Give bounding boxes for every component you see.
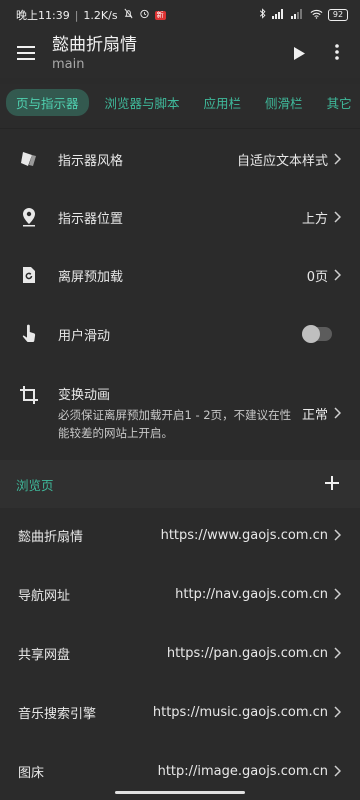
chevron-right-icon	[334, 706, 360, 718]
app-subtitle: main	[52, 57, 85, 72]
more-vertical-icon	[335, 44, 339, 64]
browse-page-url: https://pan.gaojs.com.cn	[166, 645, 328, 661]
browse-page-url: https://music.gaojs.com.cn	[152, 704, 328, 720]
indicator-position-row[interactable]: 指示器位置 上方	[0, 188, 360, 246]
play-icon	[293, 45, 305, 64]
browse-page-name: 共享网盘	[18, 647, 71, 663]
indicator-position-label: 指示器位置	[58, 211, 124, 227]
alarm-icon	[139, 8, 150, 22]
more-button[interactable]	[318, 30, 356, 78]
refresh-page-icon	[0, 266, 58, 284]
browse-page-item[interactable]: 导航网址 http://nav.gaojs.com.cn	[0, 565, 360, 623]
tab-pages-indicator[interactable]: 页与指示器	[6, 88, 89, 116]
wifi-icon	[310, 9, 323, 22]
transform-animation-value: 正常	[301, 408, 328, 423]
transform-animation-texts: 变换动画 必须保证离屏预加载开启1 - 2页，不建议在性能较差的网站上开启。	[58, 384, 296, 442]
browse-section-header: 浏览页	[0, 460, 360, 508]
offscreen-preload-value: 0页	[306, 269, 328, 285]
location-pin-icon	[0, 207, 58, 227]
browse-page-name: 音乐搜索引擎	[18, 706, 97, 722]
notification-badge: 新	[154, 10, 166, 20]
touch-hand-icon	[0, 324, 58, 344]
style-brush-icon	[0, 149, 58, 169]
browse-page-name: 图床	[18, 765, 45, 781]
chevron-right-icon	[334, 211, 360, 223]
tab-app-bar[interactable]: 应用栏	[196, 89, 250, 116]
chevron-right-icon	[334, 647, 360, 659]
add-page-button[interactable]	[304, 475, 360, 494]
browse-page-item[interactable]: 共享网盘 https://pan.gaojs.com.cn	[0, 624, 360, 682]
indicator-style-label: 指示器风格	[58, 153, 124, 169]
status-time: 晚上11:39	[16, 9, 70, 22]
transform-animation-description: 必须保证离屏预加载开启1 - 2页，不建议在性能较差的网站上开启。	[58, 408, 292, 440]
battery-icon: 92	[328, 9, 348, 21]
play-button[interactable]	[280, 30, 318, 78]
indicator-position-value: 上方	[301, 211, 328, 227]
status-divider: |	[74, 8, 79, 22]
chevron-right-icon	[334, 407, 360, 419]
browse-section-title: 浏览页	[16, 477, 54, 493]
user-swipe-row[interactable]: 用户滑动	[0, 304, 360, 364]
menu-button[interactable]	[0, 30, 52, 78]
browse-page-name: 懿曲折扇情	[18, 529, 84, 545]
status-bar: 晚上11:39 | 1.2K/s 新 92	[0, 0, 360, 30]
indicator-style-value: 自适应文本样式	[236, 153, 328, 169]
browse-page-url: http://image.gaojs.com.cn	[157, 763, 328, 779]
browse-page-name: 导航网址	[18, 588, 71, 604]
home-indicator[interactable]	[115, 791, 245, 794]
transform-animation-row[interactable]: 变换动画 必须保证离屏预加载开启1 - 2页，不建议在性能较差的网站上开启。 正…	[0, 364, 360, 460]
indicator-style-row[interactable]: 指示器风格 自适应文本样式	[0, 130, 360, 188]
chevron-right-icon	[334, 153, 360, 165]
browse-page-url: http://nav.gaojs.com.cn	[175, 586, 328, 602]
app-bar: 懿曲折扇情 main	[0, 30, 360, 78]
tab-browser-script[interactable]: 浏览器与脚本	[97, 89, 188, 116]
title-wrap: 懿曲折扇情 main	[52, 34, 280, 74]
user-swipe-toggle[interactable]	[302, 325, 332, 343]
status-network-speed: 1.2K/s	[83, 8, 118, 22]
plus-icon	[325, 475, 339, 494]
browse-page-item[interactable]: 懿曲折扇情 https://www.gaojs.com.cn	[0, 506, 360, 564]
tab-other[interactable]: 其它	[319, 89, 360, 116]
toggle-knob	[302, 325, 320, 343]
chevron-right-icon	[334, 529, 360, 541]
tab-divider	[0, 128, 360, 129]
tab-bar: 页与指示器 浏览器与脚本 应用栏 侧滑栏 其它	[0, 84, 360, 120]
muted-bell-icon	[123, 8, 134, 22]
tab-side-drawer[interactable]: 侧滑栏	[257, 89, 311, 116]
menu-icon	[17, 45, 35, 64]
transform-animation-label: 变换动画	[58, 388, 111, 403]
signal-icon	[272, 8, 286, 22]
chevron-right-icon	[334, 588, 360, 600]
signal-icon-2	[291, 8, 305, 22]
crop-transform-icon	[0, 384, 58, 404]
chevron-right-icon	[334, 269, 360, 281]
browse-page-item[interactable]: 音乐搜索引擎 https://music.gaojs.com.cn	[0, 683, 360, 741]
offscreen-preload-label: 离屏预加载	[58, 269, 124, 285]
chevron-right-icon	[334, 765, 360, 777]
user-swipe-label: 用户滑动	[58, 328, 111, 344]
bluetooth-icon	[259, 8, 267, 22]
browse-page-url: https://www.gaojs.com.cn	[160, 527, 328, 543]
app-title: 懿曲折扇情	[52, 35, 137, 55]
offscreen-preload-row[interactable]: 离屏预加载 0页	[0, 246, 360, 304]
